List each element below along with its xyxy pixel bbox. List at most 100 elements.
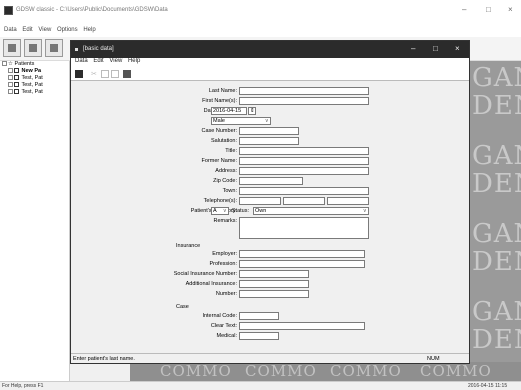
remarks-textarea[interactable] xyxy=(239,217,369,239)
bg-word: GAN xyxy=(472,63,521,93)
checkbox-icon[interactable] xyxy=(14,68,19,74)
new-patient-icon[interactable] xyxy=(24,39,42,57)
telephone-label: Telephone(s): xyxy=(203,198,237,204)
salutation-input[interactable] xyxy=(239,137,299,145)
social-insurance-input[interactable] xyxy=(239,270,309,278)
app-status-bar: For Help, press F1 2016-04-15 11:15 xyxy=(0,381,521,390)
sex-select[interactable]: Male xyxy=(211,117,271,125)
expand-icon[interactable] xyxy=(8,82,13,88)
number-input[interactable] xyxy=(239,290,309,298)
dialog-toolbar: ✂ xyxy=(71,68,469,81)
menu-options[interactable]: Options xyxy=(57,27,78,33)
additional-insurance-label: Additional Insurance: xyxy=(185,281,237,287)
menu-view[interactable]: View xyxy=(38,27,51,33)
patient-icon[interactable] xyxy=(45,39,63,57)
salutation-label: Salutation: xyxy=(211,138,237,144)
checkbox-icon[interactable] xyxy=(14,82,19,88)
dialog-icon xyxy=(75,48,78,51)
expand-icon[interactable] xyxy=(8,89,13,95)
dialog-menu-help[interactable]: Help xyxy=(128,58,140,64)
patient-tree: ☆ Patients New Pa Test, Pat Test, Pat Te… xyxy=(0,61,70,381)
internal-code-label: Internal Code: xyxy=(202,313,237,319)
additional-insurance-input[interactable] xyxy=(239,280,309,288)
save-icon[interactable] xyxy=(75,70,83,78)
save-icon[interactable] xyxy=(3,39,21,57)
copy-icon[interactable] xyxy=(101,70,109,78)
former-name-input[interactable] xyxy=(239,157,369,165)
print-icon[interactable] xyxy=(123,70,131,78)
expand-icon[interactable] xyxy=(8,68,13,74)
dialog-status-text: Enter patient's last name. xyxy=(73,356,135,362)
bg-word: DEN xyxy=(472,325,521,355)
bg-word: DEN xyxy=(472,169,521,199)
bg-word: COMMO xyxy=(420,362,492,380)
tree-item[interactable]: Test, Pat xyxy=(8,89,43,96)
town-input[interactable] xyxy=(239,187,369,195)
folder-icon: ☆ xyxy=(8,61,13,67)
dialog-maximize-button[interactable]: □ xyxy=(433,44,438,53)
bg-word: GAN xyxy=(472,219,521,249)
address-input[interactable] xyxy=(239,167,369,175)
tree-item-label: Test, Pat xyxy=(21,75,43,81)
number-label: Number: xyxy=(215,291,237,297)
menu-help[interactable]: Help xyxy=(83,27,95,33)
medical-label: Medical: xyxy=(216,333,237,339)
title-input[interactable] xyxy=(239,147,369,155)
menu-data[interactable]: Data xyxy=(4,27,17,33)
social-insurance-label: Social Insurance Number: xyxy=(173,271,237,277)
tree-item[interactable]: New Pa xyxy=(8,68,41,75)
collapse-icon[interactable] xyxy=(2,61,7,67)
employer-input[interactable] xyxy=(239,250,365,258)
profession-input[interactable] xyxy=(239,260,365,268)
clock-text: 2016-04-15 11:15 xyxy=(468,383,508,389)
case-number-input[interactable] xyxy=(239,127,299,135)
dob-input[interactable]: 2016-04-15 xyxy=(211,107,247,115)
checkbox-icon[interactable] xyxy=(14,89,19,95)
clear-text-input[interactable] xyxy=(239,322,365,330)
tree-item[interactable]: Test, Pat xyxy=(8,82,43,89)
insurance-heading: Insurance xyxy=(176,243,201,249)
dialog-minimize-button[interactable]: – xyxy=(411,44,415,53)
dialog-close-button[interactable]: × xyxy=(455,44,460,53)
paste-icon[interactable] xyxy=(111,70,119,78)
dialog-menu-bar: Data Edit View Help xyxy=(71,58,469,68)
address-label: Address: xyxy=(215,168,237,174)
app-title: GDSW classic - C:\Users\Public\Documents… xyxy=(16,7,168,13)
app-icon xyxy=(4,6,13,15)
bg-word: COMMO xyxy=(245,362,317,380)
bg-word: GAN xyxy=(472,297,521,327)
internal-code-input[interactable] xyxy=(239,312,279,320)
cut-icon[interactable]: ✂ xyxy=(91,70,99,78)
maximize-button[interactable]: □ xyxy=(486,5,491,14)
tree-item-label: New Pa xyxy=(21,68,42,74)
status-select[interactable]: Own xyxy=(253,207,369,215)
checkbox-icon[interactable] xyxy=(14,75,19,81)
dialog-form: Last Name: First Name(s): Date Of Birth:… xyxy=(71,81,469,353)
bg-word: DEN xyxy=(472,91,521,121)
medical-input[interactable] xyxy=(239,332,279,340)
status-label: Status: xyxy=(231,208,249,214)
dialog-menu-view[interactable]: View xyxy=(109,58,122,64)
menu-edit[interactable]: Edit xyxy=(22,27,32,33)
profession-label: Profession: xyxy=(209,261,237,267)
last-name-input[interactable] xyxy=(239,87,369,95)
minimize-button[interactable]: – xyxy=(462,5,466,14)
bg-word: GAN xyxy=(472,141,521,171)
employer-label: Employer: xyxy=(212,251,237,257)
zip-input[interactable] xyxy=(239,177,303,185)
dialog-menu-edit[interactable]: Edit xyxy=(93,58,103,64)
telephone-input-3[interactable] xyxy=(327,197,369,205)
dialog-menu-data[interactable]: Data xyxy=(75,58,88,64)
bg-word: COMMO xyxy=(330,362,402,380)
bg-word: DEN xyxy=(472,247,521,277)
expand-icon[interactable] xyxy=(8,75,13,81)
tree-item[interactable]: Test, Pat xyxy=(8,75,43,82)
telephone-input-1[interactable] xyxy=(239,197,281,205)
close-button[interactable]: × xyxy=(508,5,513,14)
tree-root[interactable]: ☆ Patients xyxy=(2,61,34,68)
clear-text-label: Clear Text: xyxy=(210,323,237,329)
telephone-input-2[interactable] xyxy=(283,197,325,205)
dialog-title: [basic data] xyxy=(83,46,114,52)
first-names-input[interactable] xyxy=(239,97,369,105)
dob-spinner[interactable]: ⇕ xyxy=(248,107,256,115)
